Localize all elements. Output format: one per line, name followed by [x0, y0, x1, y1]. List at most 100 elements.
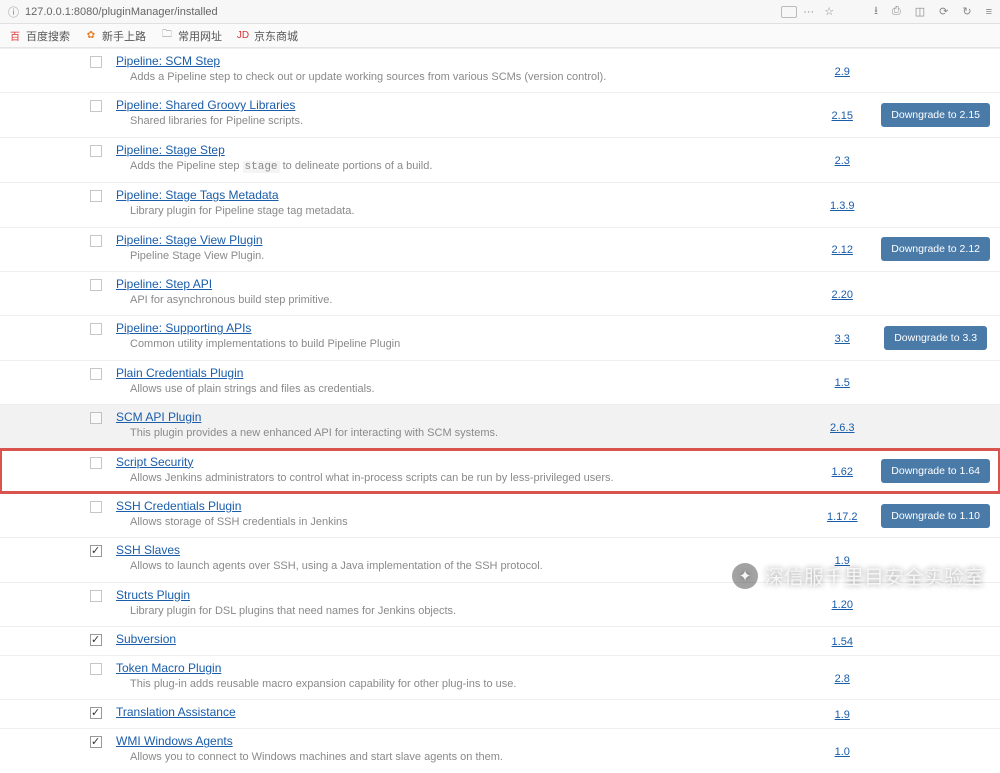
plugin-description: Allows Jenkins administrators to control…	[116, 471, 799, 486]
plugin-version-link[interactable]: 2.8	[835, 673, 850, 685]
downgrade-button[interactable]: Downgrade to 1.10	[881, 504, 990, 528]
sidebar-icon[interactable]: ◫	[915, 5, 925, 18]
info-icon[interactable]: ⓘ	[8, 4, 19, 20]
plugin-version-link[interactable]: 2.3	[835, 155, 850, 167]
plugin-name-link[interactable]: Token Macro Plugin	[116, 661, 221, 675]
installed-plugins-table: Pipeline: SCM Step Adds a Pipeline step t…	[0, 48, 1000, 773]
checkbox-cell	[0, 538, 108, 582]
plugin-version-link[interactable]: 1.0	[835, 746, 850, 758]
plugin-description: Allows you to connect to Windows machine…	[116, 750, 799, 765]
plugin-name-link[interactable]: Translation Assistance	[116, 705, 236, 719]
plugin-name-link[interactable]: Subversion	[116, 632, 176, 646]
plugin-info-cell: Structs PluginLibrary plugin for DSL plu…	[108, 582, 807, 626]
plugin-version-link[interactable]: 1.62	[832, 466, 853, 478]
bookmark-item[interactable]: 百百度搜索	[8, 28, 70, 44]
plugin-name-link[interactable]: Pipeline: Shared Groovy Libraries	[116, 98, 295, 112]
url-text[interactable]: 127.0.0.1:8080/pluginManager/installed	[25, 6, 218, 18]
action-cell	[877, 183, 1000, 227]
checkbox-cell	[0, 316, 108, 360]
plugin-version-link[interactable]: 2.12	[832, 244, 853, 256]
plugin-name-link[interactable]: SSH Credentials Plugin	[116, 499, 241, 513]
bookmark-item[interactable]: JD 京东商城	[236, 28, 298, 44]
reader-mode-icon[interactable]	[781, 6, 797, 18]
plugin-name-link[interactable]: Pipeline: Stage View Plugin	[116, 233, 263, 247]
plugin-version-link[interactable]: 2.15	[832, 110, 853, 122]
plugin-version-link[interactable]: 1.20	[832, 599, 853, 611]
enable-plugin-checkbox[interactable]	[90, 235, 102, 247]
enable-plugin-checkbox[interactable]	[90, 707, 102, 719]
plugin-name-link[interactable]: SCM API Plugin	[116, 410, 201, 424]
plugin-description: Allows storage of SSH credentials in Jen…	[116, 515, 799, 530]
enable-plugin-checkbox[interactable]	[90, 100, 102, 112]
action-cell	[877, 137, 1000, 182]
enable-plugin-checkbox[interactable]	[90, 457, 102, 469]
download-icon[interactable]: ⭳	[874, 2, 878, 21]
plugin-row: Plain Credentials PluginAllows use of pl…	[0, 360, 1000, 404]
plugin-version-link[interactable]: 1.9	[835, 709, 850, 721]
enable-plugin-checkbox[interactable]	[90, 56, 102, 68]
plugin-row: Pipeline: Stage View PluginPipeline Stag…	[0, 227, 1000, 271]
action-cell	[877, 360, 1000, 404]
plugin-description: Adds a Pipeline step to check out or upd…	[116, 70, 799, 85]
enable-plugin-checkbox[interactable]	[90, 145, 102, 157]
plugin-version-link[interactable]: 1.3.9	[830, 200, 854, 212]
plugin-name-link[interactable]: Pipeline: Stage Step	[116, 143, 225, 157]
plugin-info-cell: SCM API Plugin This plugin provides a new…	[108, 405, 807, 449]
enable-plugin-checkbox[interactable]	[90, 323, 102, 335]
plugin-name-link[interactable]: Script Security	[116, 455, 193, 469]
downgrade-button[interactable]: Downgrade to 2.12	[881, 237, 990, 261]
plugin-name-link[interactable]: Plain Credentials Plugin	[116, 366, 243, 380]
downgrade-button[interactable]: Downgrade to 1.64	[881, 459, 990, 483]
version-cell: 3.3	[807, 316, 877, 360]
sync-icon[interactable]: ↻	[962, 5, 971, 18]
enable-plugin-checkbox[interactable]	[90, 501, 102, 513]
plugin-version-link[interactable]: 2.20	[832, 289, 853, 301]
refresh-icon[interactable]: ⟳	[939, 5, 948, 18]
plugin-version-link[interactable]: 1.5	[835, 377, 850, 389]
plugin-name-link[interactable]: Pipeline: SCM Step	[116, 54, 220, 68]
plugin-version-link[interactable]: 1.54	[832, 636, 853, 648]
plugin-info-cell: Pipeline: SCM Step Adds a Pipeline step t…	[108, 49, 807, 93]
plugin-description: This plugin provides a new enhanced API …	[116, 426, 799, 441]
plugin-version-link[interactable]: 2.6.3	[830, 422, 854, 434]
library-icon[interactable]: ⎙	[892, 5, 901, 18]
plugin-name-link[interactable]: Structs Plugin	[116, 588, 190, 602]
plugin-name-link[interactable]: Pipeline: Supporting APIs	[116, 321, 251, 335]
plugin-version-link[interactable]: 1.9	[835, 555, 850, 567]
bookmark-item[interactable]: ✿新手上路	[84, 28, 146, 44]
bookmark-icon: JD	[236, 29, 250, 43]
plugin-name-link[interactable]: WMI Windows Agents	[116, 734, 233, 748]
bookmark-label: 京东商城	[254, 28, 298, 44]
downgrade-button[interactable]: Downgrade to 3.3	[884, 326, 987, 350]
action-cell: Downgrade to 2.12	[877, 227, 1000, 271]
plugin-info-cell: Translation Assistance	[108, 700, 807, 729]
action-cell	[877, 582, 1000, 626]
enable-plugin-checkbox[interactable]	[90, 412, 102, 424]
enable-plugin-checkbox[interactable]	[90, 736, 102, 748]
enable-plugin-checkbox[interactable]	[90, 279, 102, 291]
bookmark-item[interactable]: 🗀常用网址	[160, 28, 222, 44]
plugin-name-link[interactable]: Pipeline: Step API	[116, 277, 212, 291]
enable-plugin-checkbox[interactable]	[90, 368, 102, 380]
plugin-description: API for asynchronous build step primitiv…	[116, 293, 799, 308]
version-cell: 2.3	[807, 137, 877, 182]
version-cell: 2.6.3	[807, 405, 877, 449]
bookmark-icon: ✿	[84, 29, 98, 43]
enable-plugin-checkbox[interactable]	[90, 190, 102, 202]
version-cell: 1.17.2	[807, 493, 877, 537]
plugin-name-link[interactable]: Pipeline: Stage Tags Metadata	[116, 188, 279, 202]
bookmark-star-icon[interactable]: ☆	[824, 5, 834, 18]
action-cell	[877, 538, 1000, 582]
plugin-row: Script Security Allows Jenkins administra…	[0, 449, 1000, 493]
enable-plugin-checkbox[interactable]	[90, 590, 102, 602]
plugin-name-link[interactable]: SSH Slaves	[116, 543, 180, 557]
enable-plugin-checkbox[interactable]	[90, 545, 102, 557]
menu-icon[interactable]: ≡	[986, 6, 992, 18]
page-actions-icon[interactable]: ···	[803, 6, 814, 18]
plugin-version-link[interactable]: 3.3	[835, 333, 850, 345]
enable-plugin-checkbox[interactable]	[90, 634, 102, 646]
plugin-version-link[interactable]: 1.17.2	[827, 511, 858, 523]
enable-plugin-checkbox[interactable]	[90, 663, 102, 675]
plugin-version-link[interactable]: 2.9	[835, 66, 850, 78]
downgrade-button[interactable]: Downgrade to 2.15	[881, 103, 990, 127]
